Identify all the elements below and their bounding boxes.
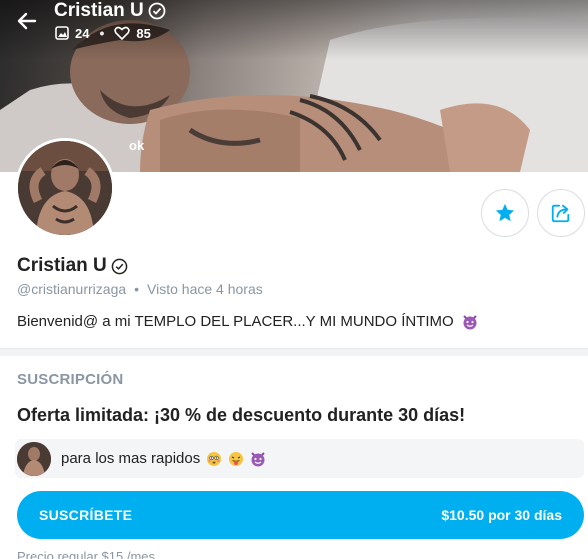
promo-avatar-photo xyxy=(17,441,51,476)
subscribe-label: SUSCRÍBETE xyxy=(39,507,133,523)
offer-text: Oferta limitada: ¡30 % de descuento dura… xyxy=(17,405,466,425)
section-divider xyxy=(0,348,588,356)
header-name: Cristian U xyxy=(54,0,144,21)
header-stats: 24 • 85 xyxy=(55,25,151,41)
promo-text: para los mas rapidos xyxy=(61,450,201,467)
avatar[interactable] xyxy=(15,138,115,238)
subscribe-price: $10.50 por 30 días xyxy=(441,507,562,523)
avatar-photo xyxy=(18,141,112,235)
star-icon xyxy=(495,203,515,222)
photos-count: 24 xyxy=(75,25,90,41)
profile-name: Cristian U xyxy=(17,255,128,277)
share-button[interactable] xyxy=(537,189,585,237)
header-title: Cristian U xyxy=(54,0,166,22)
profile-bio: Bienvenid@ a mi TEMPLO DEL PLACER...Y MI… xyxy=(17,313,478,330)
subscription-title: SUSCRIPCIÓN xyxy=(17,371,124,388)
bio-text: Bienvenid@ a mi TEMPLO DEL PLACER...Y MI… xyxy=(17,313,454,330)
meta-separator: • xyxy=(134,281,140,297)
profile-meta: @cristianurrizaga • Visto hace 4 horas xyxy=(17,281,263,297)
likes-count: 85 xyxy=(136,25,151,41)
promo-message: para los mas rapidos xyxy=(15,439,584,478)
profile-name-text: Cristian U xyxy=(17,255,107,276)
back-arrow-icon xyxy=(17,12,37,30)
favorite-button[interactable] xyxy=(481,189,529,237)
verified-icon xyxy=(148,2,166,20)
username[interactable]: @cristianurrizaga xyxy=(17,281,126,297)
image-icon xyxy=(55,26,69,40)
flushed-emoji-icon xyxy=(207,451,222,466)
heart-icon xyxy=(114,26,131,40)
tongue-emoji-icon xyxy=(229,451,244,466)
subscribe-button[interactable]: SUSCRÍBETE $10.50 por 30 días xyxy=(17,491,584,539)
verified-icon xyxy=(111,258,128,274)
devil-emoji-icon xyxy=(251,451,265,466)
regular-price: Precio regular $15 /mes xyxy=(17,549,156,559)
devil-emoji-icon xyxy=(463,314,477,329)
stats-separator: • xyxy=(99,25,105,41)
promo-avatar xyxy=(17,441,51,476)
share-icon xyxy=(551,204,570,223)
last-seen: Visto hace 4 horas xyxy=(147,281,263,297)
back-button[interactable] xyxy=(12,6,42,36)
cover-caption: ok xyxy=(129,138,145,153)
